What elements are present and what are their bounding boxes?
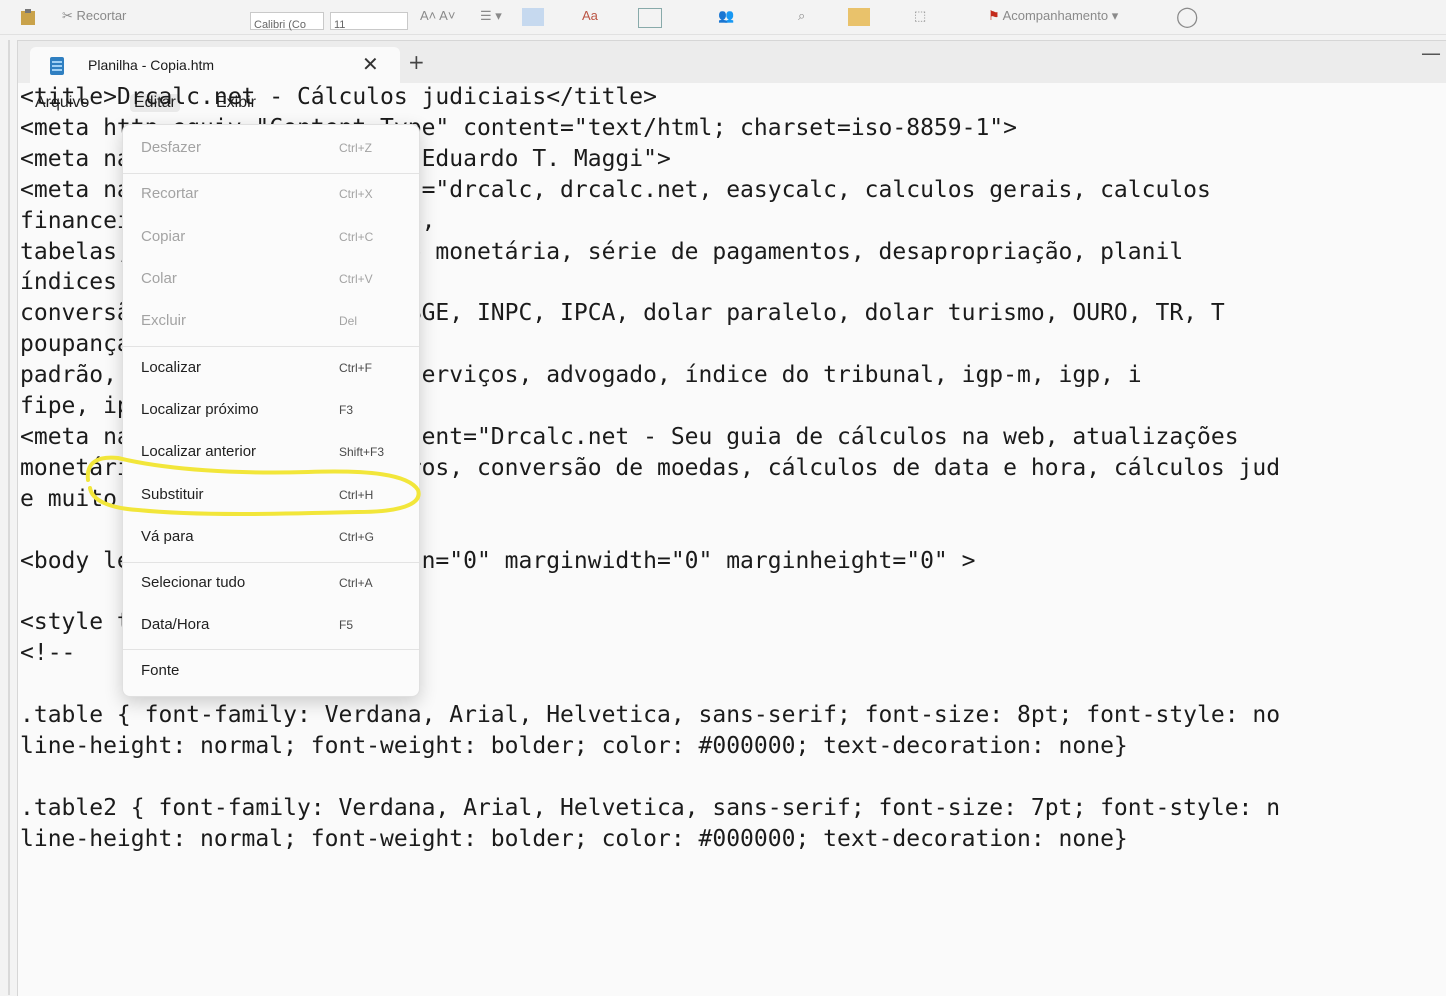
help-icon[interactable]: ◯ <box>1176 4 1198 29</box>
menu-item-label: Fonte <box>141 662 180 679</box>
menu-item-va-para[interactable]: Vá para Ctrl+G <box>123 518 419 558</box>
edit-menu-dropdown: Desfazer Ctrl+Z Recortar Ctrl+X Copiar C… <box>122 124 420 697</box>
new-tab-button[interactable]: + <box>408 50 425 74</box>
menu-item-label: Excluir <box>141 312 187 329</box>
menu-separator <box>123 346 419 347</box>
menu-item-label: Data/Hora <box>141 616 210 633</box>
menu-item-localizar[interactable]: Localizar Ctrl+F <box>123 349 419 389</box>
text-color-icon[interactable]: Aa <box>582 8 598 23</box>
menu-item-shortcut: Ctrl+V <box>339 272 373 286</box>
menu-item-label: Localizar próximo <box>141 401 259 418</box>
menu-item-data-hora[interactable]: Data/Hora F5 <box>123 606 419 646</box>
menu-separator <box>123 173 419 174</box>
menu-item-shortcut: Ctrl+C <box>339 230 374 244</box>
menu-item-label: Copiar <box>141 228 186 245</box>
menu-item-excluir[interactable]: Excluir Del <box>123 302 419 342</box>
flag-icon: ⚑ <box>988 8 1000 23</box>
menu-separator <box>123 649 419 650</box>
numbering-icon[interactable] <box>522 8 544 26</box>
menu-item-label: Desfazer <box>141 139 202 156</box>
menu-item-localizar-proximo[interactable]: Localizar próximo F3 <box>123 391 419 431</box>
font-name-box[interactable]: Calibri (Co <box>250 12 324 31</box>
ribbon-cut-button[interactable]: ✂ Recortar <box>62 8 126 24</box>
minimize-icon[interactable]: — <box>1421 41 1441 65</box>
menu-item-label: Recortar <box>141 185 199 202</box>
menu-item-shortcut: Ctrl+X <box>339 187 373 201</box>
menu-item-label: Localizar <box>141 359 202 376</box>
menu-item-selecionar-tudo[interactable]: Selecionar tudo Ctrl+A <box>123 564 419 604</box>
background-word-ribbon: ✂ Recortar Calibri (Co 11 A˄ A˅ ☰ ▾ Aa 👥… <box>0 0 1446 35</box>
tab-title: Planilha - Copia.htm <box>88 57 215 73</box>
menu-item-shortcut: F3 <box>339 403 354 417</box>
menu-item-copiar[interactable]: Copiar Ctrl+C <box>123 218 419 258</box>
notepad-icon <box>50 57 64 75</box>
menu-item-label: Vá para <box>141 528 194 545</box>
menu-item-shortcut: Del <box>339 314 358 328</box>
font-size-value: 11 <box>334 19 346 31</box>
menu-item-shortcut: F5 <box>339 618 354 632</box>
background-window-edge <box>8 40 10 995</box>
menu-item-fonte[interactable]: Fonte <box>123 652 419 692</box>
menu-item-desfazer[interactable]: Desfazer Ctrl+Z <box>123 129 419 169</box>
address-book-icon[interactable] <box>638 8 662 28</box>
follow-up-button[interactable]: ⚑ Acompanhamento ▾ <box>988 8 1118 24</box>
attach-icon[interactable]: ⌕ <box>798 8 805 24</box>
calendar-icon[interactable] <box>848 8 870 26</box>
menu-item-shortcut: Ctrl+F <box>339 361 372 375</box>
menu-item-shortcut: Ctrl+A <box>339 576 373 590</box>
menu-item-label: Selecionar tudo <box>141 574 246 591</box>
bullets-icon[interactable]: ☰ ▾ <box>480 8 502 24</box>
menu-item-recortar[interactable]: Recortar Ctrl+X <box>123 175 419 215</box>
scissors-icon: ✂ <box>62 8 73 23</box>
menu-separator <box>123 562 419 563</box>
menu-item-shortcut: Ctrl+G <box>339 530 375 544</box>
font-name-value: Calibri (Co <box>254 19 306 31</box>
close-tab-icon[interactable]: ✕ <box>362 52 379 76</box>
font-size-box[interactable]: 11 <box>330 12 408 31</box>
menu-item-colar[interactable]: Colar Ctrl+V <box>123 260 419 300</box>
paste-icon[interactable] <box>18 8 40 26</box>
grow-font-icon[interactable]: A˄ A˅ <box>420 8 455 23</box>
menu-item-shortcut: Ctrl+Z <box>339 141 372 155</box>
document-tab[interactable]: Planilha - Copia.htm ✕ <box>30 47 400 83</box>
menu-item-label: Colar <box>141 270 177 287</box>
highlight-annotation <box>85 455 421 516</box>
people-icon[interactable]: 👥 <box>718 8 734 24</box>
title-bar: Planilha - Copia.htm ✕ + — <box>18 41 1446 83</box>
signature-icon[interactable]: ⬚ <box>914 8 926 24</box>
